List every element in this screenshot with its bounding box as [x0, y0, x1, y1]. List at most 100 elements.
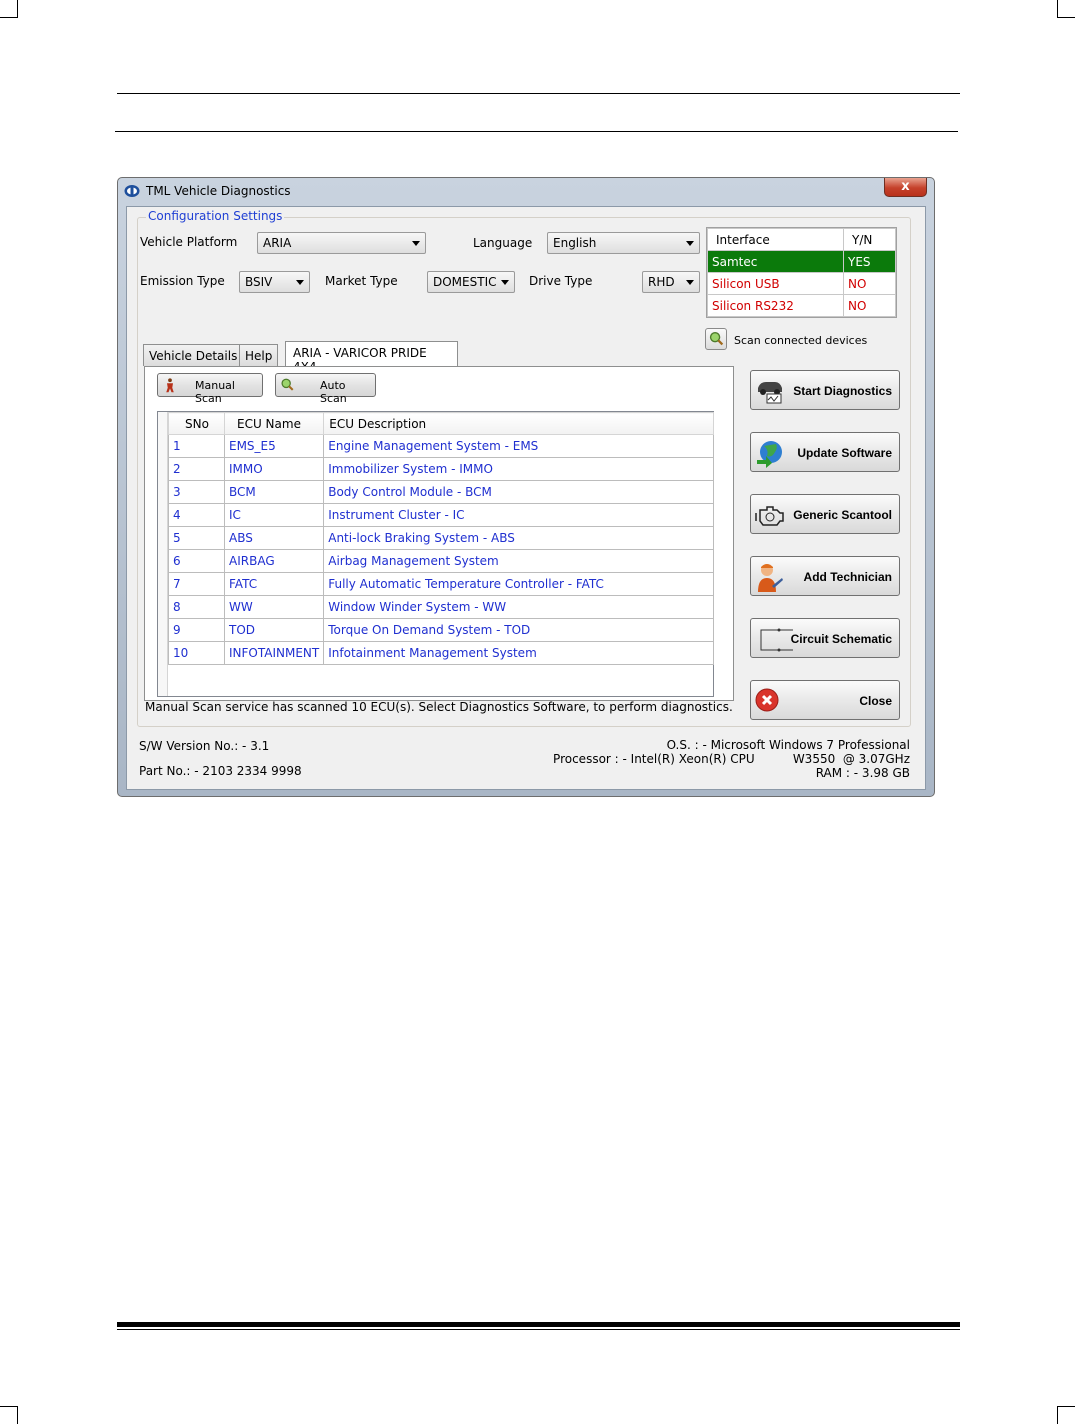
ecu-sno-cell: 6	[168, 549, 225, 573]
circuit-schematic-button[interactable]: Circuit Schematic	[750, 618, 900, 658]
ecu-sno-cell: 5	[168, 526, 225, 550]
circuit-icon	[760, 628, 793, 652]
table-row[interactable]: 7 FATC Fully Automatic Temperature Control…	[168, 572, 714, 596]
chevron-down-icon	[296, 280, 304, 285]
table-row[interactable]: 2 IMMO Immobilizer System - IMMO	[168, 457, 714, 481]
interface-name: Silicon RS232	[707, 294, 844, 317]
ecu-name-cell: EMS_E5	[223, 434, 325, 458]
interface-column-header: Interface	[707, 228, 844, 251]
magnifier-icon	[281, 378, 294, 391]
ecu-name-column-header[interactable]: ECU Name	[223, 412, 325, 435]
footer-rule-thin	[117, 1329, 960, 1330]
ecu-description-column-header[interactable]: ECU Description	[323, 412, 714, 435]
manual-scan-button[interactable]: Manual Scan	[157, 373, 263, 405]
interface-row-samtec[interactable]: Samtec YES	[707, 250, 896, 273]
generic-scantool-label: Generic Scantool	[793, 508, 892, 522]
technician-figure-icon	[166, 378, 174, 393]
ecu-description-cell: Instrument Cluster - IC	[323, 503, 714, 527]
update-software-label: Update Software	[797, 446, 892, 460]
ecu-description-cell: Body Control Module - BCM	[323, 480, 714, 504]
chevron-down-icon	[501, 280, 509, 285]
table-row[interactable]: 8 WW Window Winder System - WW	[168, 595, 714, 619]
chevron-down-icon	[686, 280, 694, 285]
ecu-name-cell: IC	[223, 503, 325, 527]
table-row[interactable]: 10 INFOTAINMENT Infotainment Management Sy…	[168, 641, 714, 665]
tab-vehicle-model[interactable]: ARIA - VARICOR PRIDE 4X4	[285, 341, 458, 374]
client-area: Configuration Settings Vehicle Platform …	[126, 206, 926, 790]
language-label: Language	[473, 236, 533, 250]
interface-status: NO	[843, 272, 896, 295]
car-logo-icon	[124, 185, 140, 197]
ecu-name-cell: WW	[223, 595, 325, 619]
start-diagnostics-button[interactable]: Start Diagnostics	[750, 370, 900, 410]
interface-status: NO	[843, 294, 896, 317]
tab-help[interactable]: Help	[239, 344, 279, 366]
ram-info-text: RAM : - 3.98 GB	[815, 766, 910, 780]
header-rule-1	[117, 93, 960, 94]
scan-devices-button[interactable]	[705, 328, 727, 350]
window-close-button[interactable]: x	[884, 178, 927, 197]
ecu-description-cell: Infotainment Management System	[323, 641, 714, 665]
scan-connected-devices-label[interactable]: Scan connected devices	[734, 334, 867, 347]
ecu-name-cell: IMMO	[223, 457, 325, 481]
circuit-schematic-label: Circuit Schematic	[790, 632, 892, 646]
title-bar[interactable]: TML Vehicle Diagnostics x	[118, 178, 934, 206]
tab-label: Vehicle Details	[149, 349, 238, 363]
window-title: TML Vehicle Diagnostics	[146, 184, 291, 198]
table-row[interactable]: 1 EMS_E5 Engine Management System - EMS	[168, 434, 714, 458]
table-row[interactable]: 9 TOD Torque On Demand System - TOD	[168, 618, 714, 642]
table-row[interactable]: 6 AIRBAG Airbag Management System	[168, 549, 714, 573]
scan-status-text: Manual Scan service has scanned 10 ECU(s…	[145, 700, 733, 714]
row-selector-column	[158, 412, 168, 696]
car-diagnostic-icon	[758, 382, 782, 404]
interface-row-silicon-usb[interactable]: Silicon USB NO	[707, 272, 896, 295]
language-select[interactable]: English	[547, 232, 700, 254]
ecu-sno-cell: 1	[168, 434, 225, 458]
interface-table-header: Interface Y/N	[707, 228, 896, 251]
sw-version-text: S/W Version No.: - 3.1	[139, 739, 270, 753]
part-number-text: Part No.: - 2103 2334 9998	[139, 764, 302, 778]
drive-type-value: RHD	[648, 275, 675, 289]
market-type-label: Market Type	[325, 274, 398, 288]
crop-mark-bottom-right	[1057, 1406, 1075, 1424]
ecu-sno-cell: 7	[168, 572, 225, 596]
ecu-description-cell: Anti-lock Braking System - ABS	[323, 526, 714, 550]
ecu-sno-cell: 10	[168, 641, 225, 665]
emission-type-select[interactable]: BSIV	[239, 271, 310, 293]
table-row[interactable]: 3 BCM Body Control Module - BCM	[168, 480, 714, 504]
emission-type-value: BSIV	[245, 275, 273, 289]
configuration-settings-group: Configuration Settings Vehicle Platform …	[137, 209, 911, 727]
vehicle-platform-label: Vehicle Platform	[140, 235, 238, 249]
generic-scantool-button[interactable]: Generic Scantool	[750, 494, 900, 534]
language-value: English	[553, 236, 597, 250]
drive-type-select[interactable]: RHD	[642, 271, 700, 293]
table-row[interactable]: 4 IC Instrument Cluster - IC	[168, 503, 714, 527]
auto-scan-button[interactable]: Auto Scan	[275, 373, 376, 405]
chevron-down-icon	[686, 241, 694, 246]
ecu-name-cell: AIRBAG	[223, 549, 325, 573]
tab-panel: Manual Scan Auto Scan SNo ECU Name ECU D…	[144, 366, 734, 714]
ecu-sno-cell: 3	[168, 480, 225, 504]
ecu-table-header: SNo ECU Name ECU Description	[168, 412, 714, 435]
ecu-description-cell: Airbag Management System	[323, 549, 714, 573]
add-technician-button[interactable]: Add Technician	[750, 556, 900, 596]
crop-mark-bottom-left	[0, 1406, 18, 1424]
interface-name: Silicon USB	[707, 272, 844, 295]
processor-info-text: Processor : - Intel(R) Xeon(R) CPU W3550…	[553, 752, 910, 766]
ecu-description-cell: Window Winder System - WW	[323, 595, 714, 619]
ecu-description-cell: Immobilizer System - IMMO	[323, 457, 714, 481]
table-row[interactable]: 5 ABS Anti-lock Braking System - ABS	[168, 526, 714, 550]
emission-type-label: Emission Type	[140, 274, 225, 288]
market-type-select[interactable]: DOMESTIC	[427, 271, 515, 293]
interface-row-silicon-rs232[interactable]: Silicon RS232 NO	[707, 294, 896, 317]
close-button[interactable]: Close	[750, 680, 900, 720]
ecu-description-cell: Torque On Demand System - TOD	[323, 618, 714, 642]
update-software-button[interactable]: Update Software	[750, 432, 900, 472]
sno-column-header[interactable]: SNo	[168, 412, 225, 435]
tab-vehicle-details[interactable]: Vehicle Details	[143, 344, 244, 366]
tab-label: Help	[245, 349, 273, 363]
vehicle-platform-select[interactable]: ARIA	[257, 232, 426, 254]
os-info-text: O.S. : - Microsoft Windows 7 Professiona…	[666, 738, 910, 752]
crop-mark-top-right	[1057, 0, 1075, 18]
configuration-settings-label: Configuration Settings	[146, 209, 285, 223]
